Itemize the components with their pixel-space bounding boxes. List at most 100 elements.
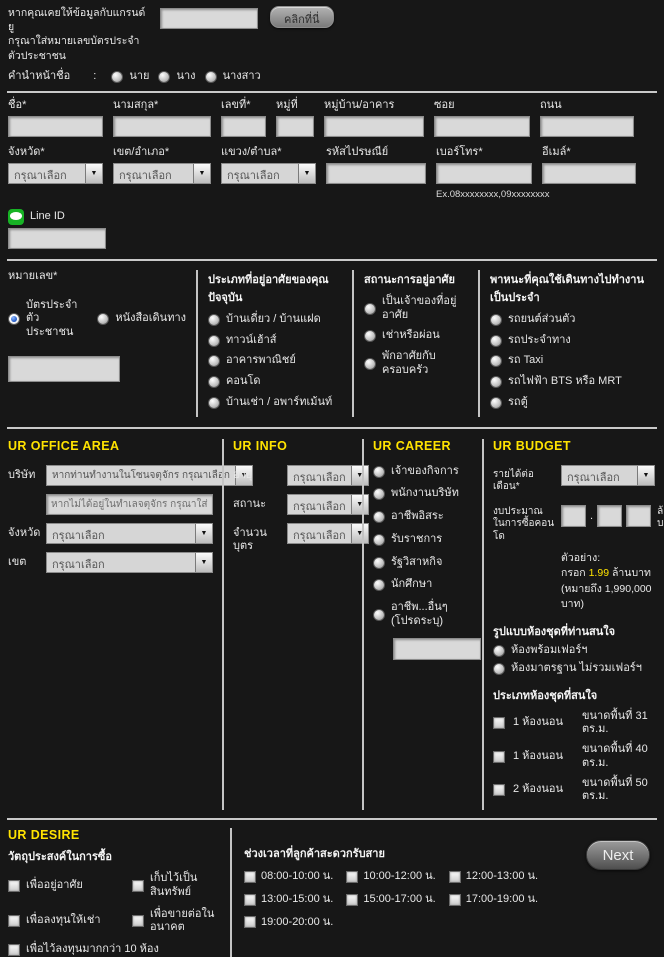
district-select[interactable]: กรุณาเลือก ▼ (113, 163, 211, 184)
checkbox-icon[interactable] (132, 880, 144, 892)
radio-icon[interactable] (208, 314, 220, 326)
prefix-option-miss[interactable]: นางสาว (205, 70, 261, 84)
checkbox-icon[interactable] (8, 915, 20, 927)
radio-icon[interactable] (490, 355, 502, 367)
radio-icon[interactable] (205, 71, 217, 83)
vehicle-option[interactable]: รถประจำทาง (490, 334, 654, 348)
road-input[interactable] (540, 116, 634, 137)
purpose-option[interactable]: เพื่อไว้ลงทุนมากกว่า 10 ห้อง (8, 943, 220, 957)
time-slot-option[interactable]: 13:00-15:00 น. (244, 893, 333, 907)
checkbox-icon[interactable] (493, 717, 505, 729)
office-district-select[interactable]: กรุณาเลือก ▼ (46, 552, 213, 573)
radio-icon[interactable] (208, 335, 220, 347)
radio-icon[interactable] (490, 397, 502, 409)
checkbox-icon[interactable] (8, 944, 20, 956)
children-count-select[interactable]: กรุณาเลือก ▼ (287, 523, 369, 544)
checkbox-icon[interactable] (8, 880, 20, 892)
checkbox-icon[interactable] (493, 784, 505, 796)
radio-icon[interactable] (208, 376, 220, 388)
career-option[interactable]: พนักงานบริษัท (373, 487, 473, 501)
postcode-input[interactable] (326, 163, 426, 184)
first-name-input[interactable] (8, 116, 103, 137)
company-name-input[interactable] (46, 494, 213, 515)
radio-icon[interactable] (373, 609, 385, 621)
budget-decimal2-input[interactable] (626, 505, 651, 527)
purpose-option[interactable]: เพื่อขายต่อในอนาคต (132, 908, 220, 936)
time-slot-option[interactable]: 19:00-20:00 น. (244, 916, 333, 930)
marital-status-select[interactable]: กรุณาเลือก ▼ (287, 494, 369, 515)
room-type-option[interactable]: 2 ห้องนอน ขนาดพื้นที่ 50 ตร.ม. (493, 777, 664, 805)
radio-icon[interactable] (373, 557, 385, 569)
phone-input[interactable] (436, 163, 532, 184)
career-option[interactable]: อาชีพอิสระ (373, 510, 473, 524)
radio-icon[interactable] (493, 663, 505, 675)
radio-selected-icon[interactable] (8, 313, 20, 325)
purpose-option[interactable]: เก็บไว้เป็นสินทรัพย์ (132, 872, 220, 900)
radio-icon[interactable] (208, 397, 220, 409)
next-button[interactable]: Next (586, 840, 650, 870)
checkbox-icon[interactable] (244, 871, 256, 883)
house-no-input[interactable] (221, 116, 266, 137)
career-option[interactable]: รับราชการ (373, 533, 473, 547)
province-select[interactable]: กรุณาเลือก ▼ (8, 163, 103, 184)
residence-status-option[interactable]: เป็นเจ้าของที่อยู่อาศัย (364, 295, 468, 323)
citizen-id-lookup-input[interactable] (160, 8, 258, 29)
vehicle-option[interactable]: รถ Taxi (490, 354, 654, 368)
office-province-select[interactable]: กรุณาเลือก ▼ (46, 523, 213, 544)
purpose-option[interactable]: เพื่อลงทุนให้เช่า (8, 908, 126, 936)
moo-input[interactable] (276, 116, 314, 137)
budget-decimal1-input[interactable] (597, 505, 622, 527)
checkbox-icon[interactable] (449, 871, 461, 883)
radio-icon[interactable] (373, 579, 385, 591)
radio-icon[interactable] (373, 534, 385, 546)
radio-icon[interactable] (490, 376, 502, 388)
radio-icon[interactable] (158, 71, 170, 83)
prefix-option-mrs[interactable]: นาง (158, 70, 195, 84)
career-option[interactable]: รัฐวิสาหกิจ (373, 556, 473, 570)
line-id-input[interactable] (8, 228, 106, 249)
radio-icon[interactable] (364, 330, 376, 342)
vehicle-option[interactable]: รถตู้ (490, 396, 654, 410)
time-slot-option[interactable]: 15:00-17:00 น. (346, 893, 435, 907)
checkbox-icon[interactable] (493, 751, 505, 763)
radio-icon[interactable] (364, 358, 376, 370)
room-type-option[interactable]: 1 ห้องนอน ขนาดพื้นที่ 31 ตร.ม. (493, 710, 664, 738)
subdistrict-select[interactable]: กรุณาเลือก ▼ (221, 163, 316, 184)
residence-type-option[interactable]: บ้านเช่า / อพาร์ทเม้นท์ (208, 396, 342, 410)
time-slot-option[interactable]: 10:00-12:00 น. (346, 870, 435, 884)
soi-input[interactable] (434, 116, 530, 137)
residence-type-option[interactable]: คอนโด (208, 375, 342, 389)
checkbox-icon[interactable] (346, 894, 358, 906)
checkbox-icon[interactable] (244, 894, 256, 906)
room-style-furnished-option[interactable]: ห้องพร้อมเฟอร์ฯ (493, 644, 587, 658)
age-select[interactable]: กรุณาเลือก ▼ (287, 465, 369, 486)
email-input[interactable] (542, 163, 636, 184)
checkbox-icon[interactable] (449, 894, 461, 906)
budget-integer-input[interactable] (561, 505, 586, 527)
checkbox-icon[interactable] (346, 871, 358, 883)
room-type-option[interactable]: 1 ห้องนอน ขนาดพื้นที่ 40 ตร.ม. (493, 743, 664, 771)
radio-icon[interactable] (97, 313, 109, 325)
radio-icon[interactable] (111, 71, 123, 83)
village-input[interactable] (324, 116, 424, 137)
time-slot-option[interactable]: 12:00-13:00 น. (449, 870, 538, 884)
purpose-option[interactable]: เพื่ออยู่อาศัย (8, 872, 126, 900)
residence-type-option[interactable]: บ้านเดี่ยว / บ้านแฝด (208, 313, 342, 327)
id-type-passport-option[interactable]: หนังสือเดินทาง (97, 299, 186, 340)
residence-type-option[interactable]: ทาวน์เฮ้าส์ (208, 334, 342, 348)
radio-icon[interactable] (490, 335, 502, 347)
radio-icon[interactable] (373, 511, 385, 523)
time-slot-option[interactable]: 08:00-10:00 น. (244, 870, 333, 884)
radio-icon[interactable] (208, 355, 220, 367)
radio-icon[interactable] (493, 645, 505, 657)
income-select[interactable]: กรุณาเลือก ▼ (561, 465, 655, 486)
time-slot-option[interactable]: 17:00-19:00 น. (449, 893, 538, 907)
residence-type-option[interactable]: อาคารพาณิชย์ (208, 354, 342, 368)
checkbox-icon[interactable] (132, 915, 144, 927)
vehicle-option[interactable]: รถยนต์ส่วนตัว (490, 313, 654, 327)
career-option-other[interactable]: อาชีพ...อื่นๆ (โปรดระบุ) (373, 601, 473, 629)
room-style-standard-option[interactable]: ห้องมาตรฐาน ไม่รวมเฟอร์ฯ (493, 662, 642, 676)
radio-icon[interactable] (373, 488, 385, 500)
residence-status-option[interactable]: เช่าหรือผ่อน (364, 329, 468, 343)
last-name-input[interactable] (113, 116, 211, 137)
